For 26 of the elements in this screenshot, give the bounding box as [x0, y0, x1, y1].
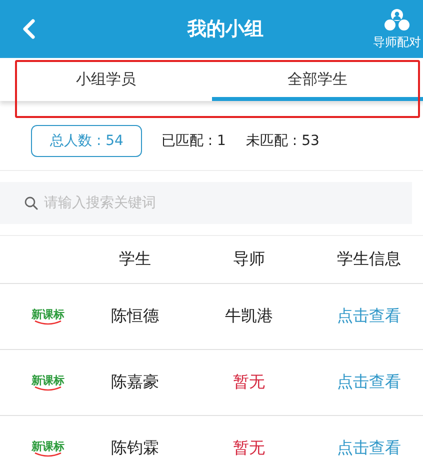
column-header: 导师 — [232, 249, 266, 270]
count-filter[interactable]: 已匹配 : 1 — [160, 124, 227, 156]
column-header: 学生信息 — [336, 249, 402, 270]
table-cell-text: 暂无 — [232, 372, 266, 393]
back-icon — [22, 19, 36, 39]
count-filter[interactable]: 总人数 : 54 — [31, 124, 142, 156]
tab[interactable]: 全部学生 — [212, 58, 423, 101]
tab[interactable]: 小组学员 — [0, 58, 212, 101]
view-link[interactable]: 点击查看 — [337, 306, 401, 325]
back-button[interactable] — [20, 17, 38, 41]
logo: 新课标 — [32, 374, 64, 390]
column-header: 学生 — [118, 249, 152, 270]
logo: 新课标 — [32, 440, 64, 456]
logo: 新课标 — [32, 308, 64, 324]
table-cell-text: 陈恒德 — [110, 306, 160, 327]
page-title: 我的小组 — [188, 17, 264, 42]
table-cell-text: 暂无 — [232, 438, 266, 459]
tutor-pairing-button[interactable]: 导师配对 — [373, 8, 421, 50]
search-field[interactable]: 请输入搜索关键词 — [0, 182, 412, 224]
count-filter[interactable]: 未匹配 : 53 — [244, 124, 320, 156]
table-cell-text: 牛凯港 — [224, 306, 274, 327]
group-icon — [384, 8, 410, 32]
table-cell-text: 陈钧霖 — [110, 438, 160, 459]
table-cell-text: 陈嘉豪 — [110, 372, 160, 393]
view-link[interactable]: 点击查看 — [337, 372, 401, 391]
view-link[interactable]: 点击查看 — [337, 438, 401, 457]
